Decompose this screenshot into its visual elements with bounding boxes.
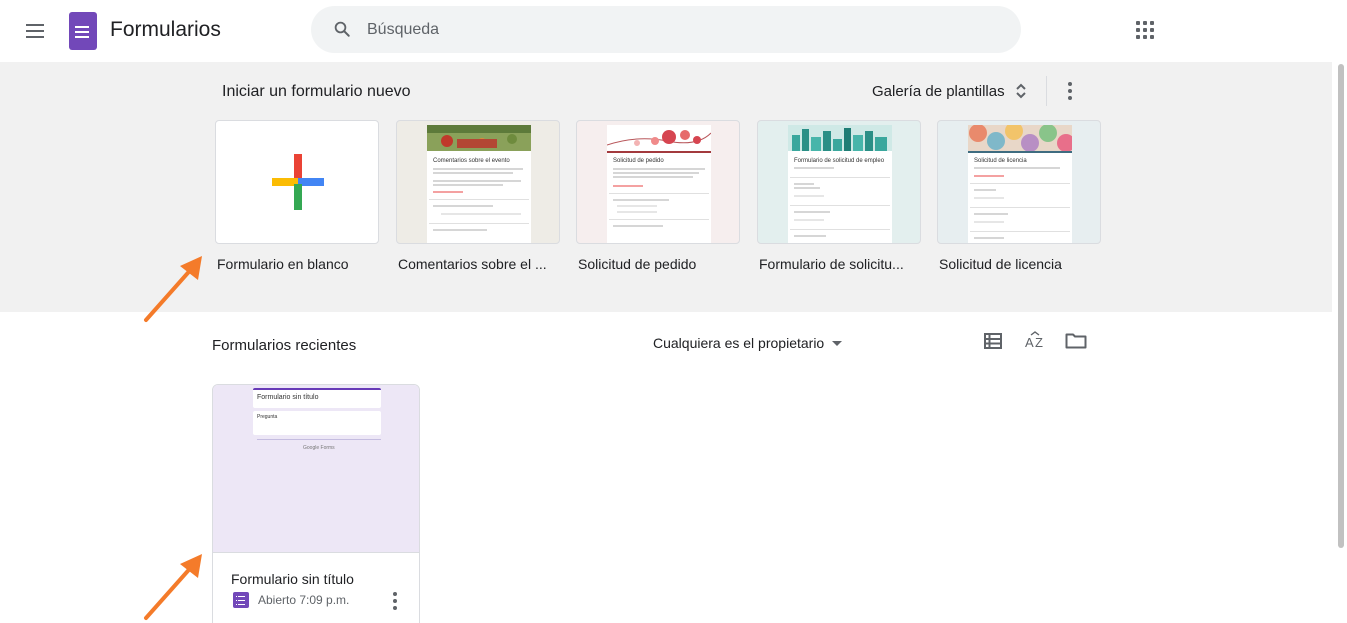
annotation-arrow-icon	[144, 554, 202, 620]
preview-brand: Google Forms	[303, 445, 335, 451]
scrollbar-thumb[interactable]	[1338, 64, 1344, 548]
forms-home-page: Formularios Iniciar un formulario nuevo …	[0, 0, 1347, 623]
unfold-more-icon	[1015, 83, 1026, 99]
dropdown-arrow-icon	[832, 340, 843, 346]
city-skyline-banner-image	[788, 125, 892, 151]
template-preview: Solicitud de licencia	[968, 122, 1075, 243]
search-bar[interactable]	[311, 6, 1021, 53]
form-preview-thumbnail[interactable]: Formulario sin título Pregunta Google Fo…	[213, 385, 419, 553]
forms-file-icon	[233, 592, 249, 608]
template-preview-title: Solicitud de licencia	[974, 158, 1027, 164]
folder-icon[interactable]	[1065, 333, 1087, 349]
last-opened-label: Abierto 7:09 p.m.	[258, 593, 350, 607]
preview-form-header: Formulario sin título	[253, 388, 381, 408]
toolbar-divider	[1046, 76, 1047, 106]
template-leave-request[interactable]: Solicitud de licencia Solicitud de licen…	[937, 120, 1101, 272]
preview-form-title: Formulario sin título	[257, 394, 319, 401]
template-thumbnail[interactable]: Formulario de solicitud de empleo	[757, 120, 921, 244]
template-job-application[interactable]: Formulario de solicitud de empleo Formul…	[757, 120, 921, 272]
recent-forms-title: Formularios recientes	[212, 337, 357, 354]
template-label: Formulario en blanco	[217, 256, 349, 272]
search-input[interactable]	[367, 6, 967, 53]
template-thumbnail[interactable]	[215, 120, 379, 244]
owner-filter-dropdown[interactable]: Cualquiera es el propietario	[653, 333, 843, 353]
list-view-icon[interactable]	[984, 333, 1002, 349]
form-meta: Abierto 7:09 p.m.	[233, 592, 349, 608]
watercolor-banner-image	[968, 122, 1075, 152]
more-options-icon[interactable]	[1060, 79, 1080, 103]
svg-text:A: A	[1025, 335, 1034, 350]
template-label: Solicitud de licencia	[939, 256, 1062, 272]
template-gallery-button[interactable]: Galería de plantillas	[866, 76, 1033, 106]
template-thumbnail[interactable]: Solicitud de pedido	[576, 120, 740, 244]
template-blank-form[interactable]: Formulario en blanco	[215, 120, 379, 272]
template-order-request[interactable]: Solicitud de pedido Solicitud de pedido	[576, 120, 740, 272]
template-label: Formulario de solicitu...	[759, 256, 904, 272]
template-preview-title: Solicitud de pedido	[613, 158, 664, 164]
plus-icon	[272, 154, 324, 210]
app-title[interactable]: Formularios	[110, 18, 221, 42]
top-app-bar: Formularios	[0, 0, 1347, 62]
flowers-banner-image	[606, 125, 712, 151]
more-options-icon[interactable]	[387, 591, 403, 611]
form-title[interactable]: Formulario sin título	[231, 571, 354, 587]
main-menu-icon[interactable]	[22, 18, 48, 44]
template-thumbnail[interactable]: Solicitud de licencia	[937, 120, 1101, 244]
page-scrollbar[interactable]	[1334, 62, 1347, 623]
template-event-feedback[interactable]: Comentarios sobre el evento Comentarios …	[396, 120, 560, 272]
preview-question-label: Pregunta	[257, 414, 278, 420]
picnic-banner-image	[427, 125, 531, 151]
template-preview: Solicitud de pedido	[606, 125, 712, 243]
forms-logo-icon[interactable]	[69, 12, 97, 50]
template-label: Solicitud de pedido	[578, 256, 697, 272]
template-preview: Comentarios sobre el evento	[427, 125, 531, 243]
template-preview-title: Comentarios sobre el evento	[433, 158, 510, 164]
owner-filter-label: Cualquiera es el propietario	[653, 335, 825, 351]
search-icon[interactable]	[333, 20, 351, 38]
template-label: Comentarios sobre el ...	[398, 256, 547, 272]
template-gallery-section: Iniciar un formulario nuevo Galería de p…	[0, 62, 1332, 312]
recent-form-card[interactable]: Formulario sin título Pregunta Google Fo…	[212, 384, 420, 623]
template-preview: Formulario de solicitud de empleo	[788, 125, 892, 243]
google-apps-icon[interactable]	[1136, 21, 1154, 39]
template-thumbnail[interactable]: Comentarios sobre el evento	[396, 120, 560, 244]
template-section-title: Iniciar un formulario nuevo	[222, 83, 411, 100]
template-gallery-label: Galería de plantillas	[872, 82, 1005, 100]
preview-question-card: Pregunta	[253, 411, 381, 435]
svg-text:Z: Z	[1035, 335, 1043, 350]
preview-footer-line	[257, 439, 381, 440]
template-preview-title: Formulario de solicitud de empleo	[794, 158, 885, 164]
sort-az-icon[interactable]: A Z	[1024, 330, 1046, 352]
